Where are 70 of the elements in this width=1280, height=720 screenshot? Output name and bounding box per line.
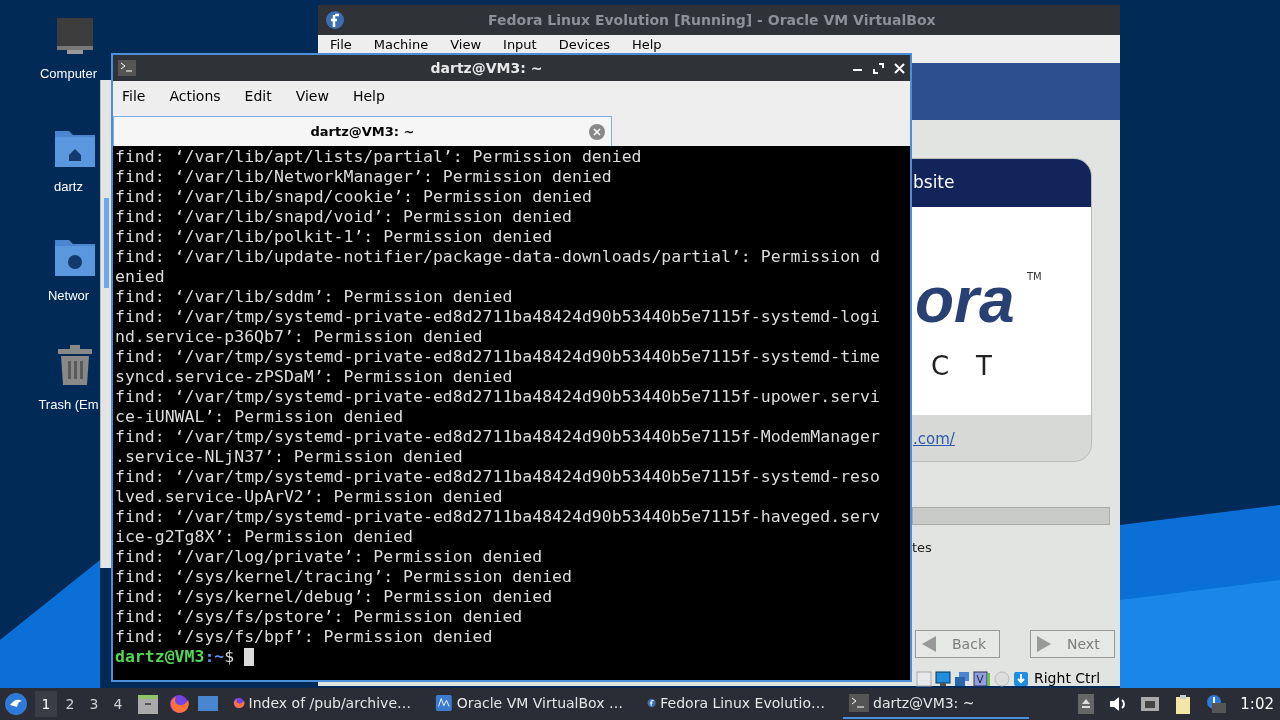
terminal-line: find: ‘/var/lib/sddm’: Permission denied: [115, 287, 514, 307]
card-heading: bsite: [913, 171, 955, 195]
clock: 1:02: [1240, 693, 1274, 715]
window-title: dartz@VM3: ~: [429, 58, 544, 78]
terminal-line: find: ‘/sys/kernel/tracing’: Permission denied: [115, 567, 573, 587]
terminal-icon: [118, 60, 136, 76]
terminal-line: find: ‘/var/lib/snapd/cookie’: Permission denied: [115, 187, 593, 207]
left-triangle-icon: [920, 635, 938, 653]
terminal-icon: [849, 693, 869, 713]
menu-item[interactable]: File: [330, 36, 352, 54]
start-menu-icon[interactable]: [5, 693, 27, 715]
desktop-icon-label[interactable]: Trash (Em: [38, 397, 99, 413]
terminal-tab[interactable]: dartz@VM3: ~: [113, 116, 612, 146]
menu-item[interactable]: Edit: [244, 86, 272, 107]
window-title: Fedora Linux Evolution [Running] - Oracle VM VirtualBox: [488, 10, 936, 30]
taskbar-task[interactable]: Fedora Linux Evolutio…: [641, 689, 831, 719]
terminal-line: find: ‘/var/log/private’: Permission denied: [115, 547, 544, 567]
right-triangle-icon: [1035, 635, 1053, 653]
prompt-path: :~: [204, 647, 225, 667]
fedora-logo-icon: [326, 11, 344, 29]
taskbar-task[interactable]: Oracle VM VirtualBox …: [429, 689, 629, 719]
maximize-icon[interactable]: [872, 61, 885, 75]
monitor-graph-icon: [435, 693, 453, 713]
terminal-line: find: ‘/var/lib/snapd/void’: Permission denied: [115, 207, 573, 227]
clipboard-icon[interactable]: [1174, 694, 1193, 714]
menu-item[interactable]: Machine: [373, 36, 429, 54]
computer-icon: [55, 18, 95, 54]
status-text: tes: [912, 539, 932, 557]
terminal-line: find: ‘/var/lib/polkit-1’: Permission denied: [115, 227, 554, 247]
shared-folders-icon: [954, 670, 970, 687]
menu-item[interactable]: View: [295, 86, 329, 107]
prompt-symbol: $: [224, 647, 235, 667]
text-cursor: [244, 648, 255, 666]
workspace-button[interactable]: 2: [59, 691, 81, 717]
menu-item[interactable]: Devices: [558, 36, 610, 54]
menu-item[interactable]: File: [122, 86, 146, 107]
network-icon[interactable]: [1140, 694, 1161, 714]
taskbar-task[interactable]: Index of /pub/archive…: [227, 689, 417, 719]
workspace-button[interactable]: 1: [35, 691, 57, 717]
logo-text: ora: [915, 265, 1015, 335]
file-cabinet-icon[interactable]: [137, 693, 159, 715]
terminal-line: find: ‘/sys/fs/pstore’: Permission denied: [115, 607, 524, 627]
desktop-icon-label[interactable]: Computer: [38, 66, 99, 82]
volume-icon[interactable]: [1108, 694, 1127, 714]
monitor-icon: [935, 670, 951, 687]
terminal-line: find: ‘/var/lib/apt/lists/partial’: Permission denied: [115, 147, 643, 167]
terminal-line: find: ‘/sys/fs/bpf’: Permission denied: [115, 627, 494, 647]
prompt-user-host: dartz@VM3: [115, 647, 205, 667]
host-key-label: Right Ctrl: [1034, 669, 1101, 688]
firefox-icon[interactable]: [169, 694, 189, 714]
taskbar-task[interactable]: dartz@VM3: ~: [843, 689, 1029, 719]
menu-item[interactable]: Help: [352, 86, 385, 107]
desktop-icon-label[interactable]: Networ: [38, 288, 99, 304]
menu-item[interactable]: View: [450, 36, 482, 54]
terminal-line: find: ‘/sys/kernel/debug’: Permission denied: [115, 587, 554, 607]
website-link[interactable]: .com/: [913, 430, 955, 448]
menu-item[interactable]: Help: [631, 36, 662, 54]
trash-icon: [56, 345, 94, 385]
trademark: TM: [1027, 270, 1042, 284]
close-icon[interactable]: [893, 61, 906, 75]
terminal-line: find: ‘/var/lib/NetworkManager’: Permission denied: [115, 167, 613, 187]
workspace-button[interactable]: 4: [107, 691, 129, 717]
menu-item[interactable]: Actions: [169, 86, 221, 107]
logo-letter: T: [976, 350, 992, 383]
notification-icon[interactable]: [1206, 694, 1227, 714]
menu-item[interactable]: Input: [503, 36, 537, 54]
logo-letter: C: [931, 350, 950, 383]
workspace-button[interactable]: 3: [83, 691, 105, 717]
desktop-icon-label[interactable]: dartz: [38, 179, 99, 195]
eject-icon[interactable]: [1078, 694, 1095, 714]
